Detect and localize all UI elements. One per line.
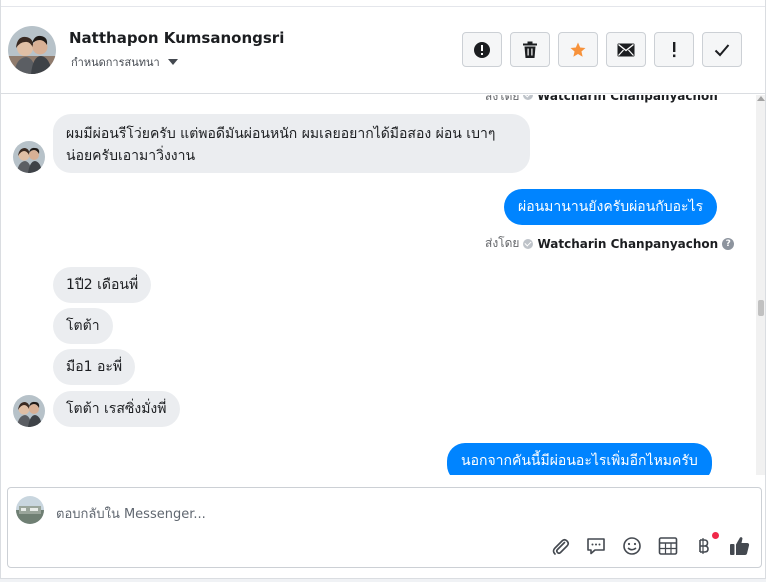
payment-button[interactable] (693, 532, 719, 557)
smiley-icon (623, 537, 641, 555)
mark-unread-button[interactable] (606, 32, 646, 67)
reply-input[interactable]: ตอบกลับใน Messenger... (56, 503, 206, 524)
message-bubble-incoming[interactable]: ผมมีผ่อนรีโว่ยครับ แต่พอดีมันผ่อนหนัก ผม… (53, 114, 530, 173)
contact-avatar[interactable] (8, 26, 56, 74)
flag-button[interactable] (654, 32, 694, 67)
message-bubble-incoming[interactable]: โตต้า เรสซิ่งมั่งพี่ (53, 391, 180, 427)
messenger-window: Natthapon Kumsanongsri กำหนดการสนทนา ส่ง… (0, 0, 766, 582)
message-bubble-incoming[interactable]: มือ1 อะพี่ (53, 349, 136, 385)
contact-avatar-small[interactable] (13, 141, 45, 173)
scrollbar-track[interactable] (756, 95, 765, 475)
sent-by-prefix: ส่งโดย (485, 95, 520, 103)
page-avatar (16, 496, 44, 524)
sender-name: Watcharin Chanpanyachon (537, 95, 718, 103)
emoji-button[interactable] (621, 535, 643, 557)
table-icon (658, 537, 678, 555)
sent-by-prefix: ส่งโดย (485, 236, 520, 250)
header-actions (462, 32, 742, 67)
speech-bubble-icon (587, 538, 605, 555)
message-bubble-incoming[interactable]: โตต้า (53, 308, 113, 344)
exclamation-icon (673, 41, 676, 57)
verified-check-icon (523, 238, 534, 249)
sent-by-label-partial: ส่งโดย Watcharin Chanpanyachon (485, 95, 718, 106)
conversation-header: Natthapon Kumsanongsri กำหนดการสนทนา (1, 8, 765, 94)
message-bubble-incoming[interactable]: 1ปี2 เดือนพี่ (53, 267, 152, 303)
baht-icon (699, 538, 709, 554)
composer-toolbar (549, 532, 751, 557)
notification-dot (712, 532, 719, 539)
saved-replies-button[interactable] (585, 535, 607, 557)
like-button[interactable] (729, 535, 751, 557)
conversation-options-dropdown[interactable]: กำหนดการสนทนา (71, 53, 178, 71)
paperclip-icon (552, 538, 570, 555)
scroll-up-arrow-icon[interactable] (757, 96, 765, 101)
contact-avatar-small[interactable] (13, 395, 45, 427)
report-button[interactable] (462, 32, 502, 67)
contact-name[interactable]: Natthapon Kumsanongsri (69, 29, 284, 47)
star-button[interactable] (558, 32, 598, 67)
attach-file-button[interactable] (549, 535, 571, 557)
sent-by-label: ส่งโดย Watcharin Chanpanyachon ? (485, 234, 735, 253)
sender-name: Watcharin Chanpanyachon (537, 236, 719, 251)
delete-button[interactable] (510, 32, 550, 67)
top-border (0, 0, 766, 7)
scrollbar-thumb[interactable] (758, 300, 764, 316)
bottom-border (0, 578, 766, 582)
star-icon (570, 42, 586, 57)
exclamation-circle-icon (474, 41, 490, 58)
checkmark-icon (714, 43, 730, 56)
message-bubble-outgoing[interactable]: นอกจากคันนี้มีผ่อนอะไรเพิ่มอีกไหมครับ (447, 443, 712, 475)
thumbs-up-icon (730, 537, 750, 555)
reply-composer[interactable]: ตอบกลับใน Messenger... (7, 487, 762, 568)
message-thread: ส่งโดย Watcharin Chanpanyachon ผมมีผ่อนร… (1, 95, 755, 475)
envelope-icon (617, 43, 635, 56)
message-bubble-outgoing[interactable]: ผ่อนมานานยังครับผ่อนกับอะไร (504, 189, 718, 225)
mark-done-button[interactable] (702, 32, 742, 67)
appointment-button[interactable] (657, 535, 679, 557)
trash-icon (523, 41, 537, 58)
help-icon[interactable]: ? (722, 237, 735, 250)
caret-down-icon (167, 59, 178, 65)
conversation-subtitle: กำหนดการสนทนา (71, 56, 160, 69)
verified-check-icon (523, 95, 534, 100)
